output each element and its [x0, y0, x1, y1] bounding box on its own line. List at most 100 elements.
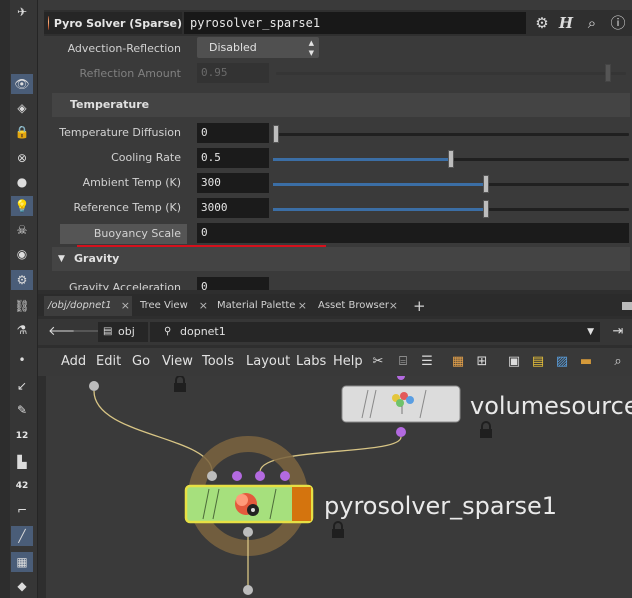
- lock-icon[interactable]: [332, 521, 344, 538]
- section-temperature[interactable]: Temperature: [52, 93, 630, 117]
- path-dropdown-icon[interactable]: ▼: [587, 322, 594, 342]
- close-icon[interactable]: ×: [298, 296, 307, 316]
- search-icon[interactable]: ⌕: [582, 13, 602, 33]
- volumesource-input-port[interactable]: [397, 376, 405, 380]
- path-dopnet1[interactable]: ⚲ dopnet1 ▼: [150, 322, 600, 342]
- menu-edit[interactable]: Edit: [96, 354, 121, 369]
- reference-temp-slider[interactable]: [273, 200, 629, 218]
- display-icon[interactable]: ▣: [506, 354, 522, 370]
- gravity-acceleration-field[interactable]: 0: [197, 277, 269, 290]
- solver-input-port-2[interactable]: [255, 471, 265, 481]
- skull-icon[interactable]: ☠: [11, 220, 33, 240]
- ghost-icon[interactable]: ⊗: [11, 148, 33, 168]
- sticky-note-icon[interactable]: ▤: [530, 354, 546, 370]
- pin-icon[interactable]: ⇥: [610, 324, 626, 340]
- solver-input-port-3[interactable]: [280, 471, 290, 481]
- lock-icon[interactable]: 🔒: [11, 122, 33, 142]
- pen-icon[interactable]: ✎: [11, 400, 33, 420]
- menu-add[interactable]: Add: [61, 354, 86, 369]
- checker-icon[interactable]: ▦: [11, 552, 33, 572]
- diamond-icon[interactable]: ◆: [11, 576, 33, 596]
- brush-icon[interactable]: ▙: [11, 452, 33, 472]
- toolbar-arrow-icon[interactable]: ✈: [11, 2, 33, 22]
- cooling-rate-handle[interactable]: [448, 150, 454, 168]
- reflection-amount-slider: [276, 64, 626, 82]
- snap-42-icon[interactable]: 42: [11, 476, 33, 496]
- reflection-amount-label: Reflection Amount: [79, 67, 181, 80]
- section-gravity[interactable]: ▼ Gravity: [52, 247, 630, 271]
- tab-asset-browser[interactable]: Asset Browser ×: [314, 296, 400, 316]
- pane-maximize-icon[interactable]: [622, 302, 632, 310]
- temperature-diffusion-field[interactable]: 0: [197, 123, 269, 143]
- cooling-rate-field[interactable]: 0.5: [197, 148, 269, 168]
- advection-reflection-menu[interactable]: Disabled ▲ ▼: [197, 37, 319, 58]
- menu-view[interactable]: View: [162, 354, 193, 369]
- add-tab-icon[interactable]: +: [410, 296, 426, 316]
- palette-icon[interactable]: ▦: [450, 354, 466, 370]
- cooling-rate-slider[interactable]: [273, 150, 629, 168]
- menu-labs[interactable]: Labs: [296, 354, 326, 369]
- close-icon[interactable]: ×: [199, 296, 208, 316]
- sphere-icon[interactable]: ●: [11, 172, 33, 192]
- solver-input-port-0[interactable]: [207, 471, 217, 481]
- tab-obj-dopnet1[interactable]: /obj/dopnet1 ×: [44, 296, 132, 316]
- temperature-diffusion-label: Temperature Diffusion: [59, 126, 181, 139]
- ambient-temp-slider[interactable]: [273, 175, 629, 193]
- help-h-icon[interactable]: H: [556, 13, 576, 33]
- frame-icon[interactable]: ⌐: [11, 500, 33, 520]
- solver-input-port-1[interactable]: [232, 471, 242, 481]
- search-icon[interactable]: ⌕: [610, 354, 626, 370]
- pyrosolver-node-label: pyrosolver_sparse1: [324, 492, 558, 520]
- selection-icon[interactable]: ◈: [11, 98, 33, 118]
- collapse-triangle-icon[interactable]: ▼: [58, 247, 65, 271]
- list-icon[interactable]: ☰: [419, 354, 435, 370]
- display-options-icon[interactable]: ⚙: [11, 270, 33, 290]
- temperature-diffusion-handle[interactable]: [273, 125, 279, 143]
- close-icon[interactable]: ×: [389, 296, 398, 316]
- gear-icon[interactable]: ⚙: [532, 13, 552, 33]
- lock-icon[interactable]: [480, 421, 492, 438]
- grid-icon[interactable]: ⊞: [474, 354, 490, 370]
- box-icon[interactable]: ▬: [578, 354, 594, 370]
- light-icon[interactable]: 💡: [11, 196, 33, 216]
- solver-output-port[interactable]: [243, 527, 253, 537]
- tree-icon[interactable]: ⌸: [395, 354, 411, 370]
- info-icon[interactable]: ⓘ: [608, 13, 628, 33]
- close-icon[interactable]: ×: [121, 296, 130, 316]
- obj-icon: ▤: [103, 326, 113, 337]
- snap-icon[interactable]: ⚗: [11, 320, 33, 340]
- ambient-temp-handle[interactable]: [483, 175, 489, 193]
- tab-material-palette[interactable]: Material Palette ×: [213, 296, 309, 316]
- node-type-chip[interactable]: Pyro Solver (Sparse): [44, 12, 182, 34]
- snap-12-icon[interactable]: 12: [11, 426, 33, 446]
- view-eye-icon[interactable]: 👁: [11, 74, 33, 94]
- wire-icon[interactable]: ╱: [11, 526, 33, 546]
- tab-label: Asset Browser: [318, 300, 390, 311]
- menu-layout[interactable]: Layout: [246, 354, 290, 369]
- wrench-icon[interactable]: ✂: [370, 354, 386, 370]
- path-obj[interactable]: ▤ obj: [98, 322, 148, 342]
- reference-temp-handle[interactable]: [483, 200, 489, 218]
- forward-arrow-icon[interactable]: 🡒: [72, 324, 107, 340]
- node-name-field[interactable]: pyrosolver_sparse1: [184, 12, 526, 34]
- camera-icon[interactable]: ◉: [11, 244, 33, 264]
- buoyancy-scale-field[interactable]: 0: [197, 223, 629, 243]
- menu-help[interactable]: Help: [333, 354, 363, 369]
- temperature-diffusion-slider[interactable]: [273, 125, 629, 143]
- tool-curve-icon[interactable]: ↙: [11, 376, 33, 396]
- tab-tree-view[interactable]: Tree View ×: [136, 296, 210, 316]
- menu-tools[interactable]: Tools: [202, 354, 234, 369]
- dopnet-icon: ⚲: [164, 326, 172, 337]
- ambient-temp-field[interactable]: 300: [197, 173, 269, 193]
- lock-icon[interactable]: [174, 376, 186, 392]
- volumesource-output-port[interactable]: [396, 427, 406, 437]
- image-icon[interactable]: ▨: [554, 354, 570, 370]
- menu-go[interactable]: Go: [132, 354, 150, 369]
- back-arrow-icon[interactable]: 🡐: [48, 324, 83, 340]
- network-canvas[interactable]: volumesource pyrosolver_sparse1: [46, 376, 632, 598]
- downstream-input-port[interactable]: [243, 585, 253, 595]
- dot-icon[interactable]: •: [11, 350, 33, 370]
- upstream-output-port[interactable]: [89, 381, 99, 391]
- reference-temp-field[interactable]: 3000: [197, 198, 269, 218]
- link-icon[interactable]: ⛓: [11, 296, 33, 316]
